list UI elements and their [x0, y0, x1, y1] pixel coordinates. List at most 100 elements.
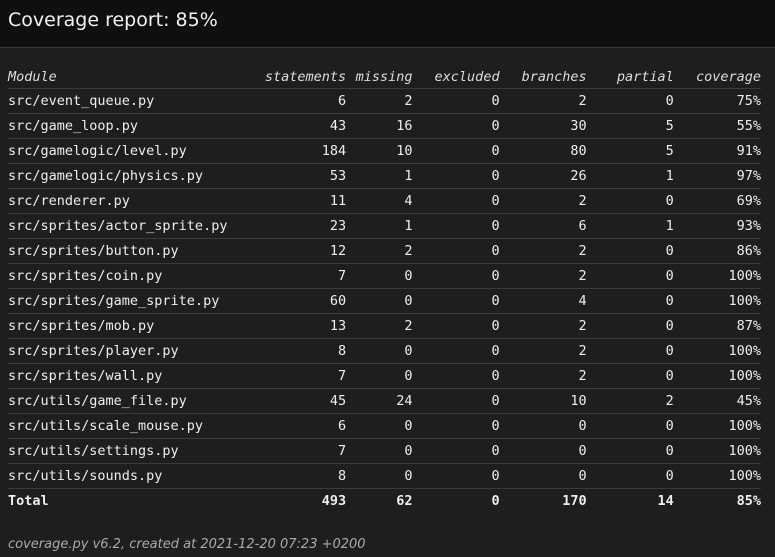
cell-partial: 2: [586, 388, 674, 414]
module-link[interactable]: src/sprites/mob.py: [8, 313, 251, 339]
table-row: src/sprites/game_sprite.py 60 0 0 4 0 100%: [8, 288, 761, 314]
module-link[interactable]: src/sprites/actor_sprite.py: [8, 213, 251, 239]
cell-branches: 2: [499, 188, 587, 214]
cell-excluded: 0: [412, 463, 500, 489]
cell-missing: 1: [346, 213, 413, 239]
module-link[interactable]: src/gamelogic/level.py: [8, 138, 251, 164]
cell-coverage: 100%: [673, 288, 761, 314]
cell-statements: 13: [250, 313, 347, 339]
cell-statements: 12: [250, 238, 347, 264]
table-row: src/sprites/actor_sprite.py 23 1 0 6 1 93%: [8, 213, 761, 239]
cell-branches: 80: [499, 138, 587, 164]
total-partial: 14: [657, 493, 674, 509]
cell-coverage: 93%: [673, 213, 761, 239]
cell-coverage: 100%: [673, 413, 761, 439]
column-header-coverage[interactable]: coverage: [673, 66, 761, 89]
cell-excluded: 0: [412, 438, 500, 464]
page-title: Coverage report: 85%: [8, 9, 218, 31]
module-link[interactable]: src/utils/game_file.py: [8, 388, 251, 414]
cell-statements: 45: [250, 388, 347, 414]
cell-statements: 7: [250, 263, 347, 289]
report-content: Module statements missing excluded branc…: [0, 48, 775, 552]
report-header: Coverage report: 85%: [0, 0, 775, 48]
cell-branches: 2: [499, 338, 587, 364]
cell-partial: 0: [586, 288, 674, 314]
total-coverage: 85%: [736, 493, 761, 509]
cell-partial: 0: [586, 363, 674, 389]
cell-partial: 5: [586, 138, 674, 164]
cell-missing: 16: [346, 113, 413, 139]
cell-missing: 0: [346, 438, 413, 464]
total-excluded: 0: [491, 493, 500, 509]
module-link[interactable]: src/event_queue.py: [8, 88, 251, 114]
cell-partial: 0: [586, 413, 674, 439]
module-link[interactable]: src/sprites/button.py: [8, 238, 251, 264]
cell-statements: 6: [250, 413, 347, 439]
table-row: src/gamelogic/physics.py 53 1 0 26 1 97%: [8, 163, 761, 189]
module-link[interactable]: src/utils/settings.py: [8, 438, 251, 464]
cell-coverage: 97%: [673, 163, 761, 189]
cell-branches: 0: [499, 463, 587, 489]
cell-excluded: 0: [412, 188, 500, 214]
cell-statements: 6: [250, 88, 347, 114]
module-link[interactable]: src/renderer.py: [8, 188, 251, 214]
cell-statements: 8: [250, 338, 347, 364]
total-missing: 62: [396, 493, 413, 509]
cell-coverage: 55%: [673, 113, 761, 139]
cell-missing: 2: [346, 238, 413, 264]
module-link[interactable]: src/sprites/wall.py: [8, 363, 251, 389]
cell-missing: 24: [346, 388, 413, 414]
table-row: src/utils/scale_mouse.py 6 0 0 0 0 100%: [8, 413, 761, 439]
footer-info: coverage.py v6.2, created at 2021-12-20 …: [8, 537, 366, 552]
cell-missing: 0: [346, 338, 413, 364]
module-link[interactable]: src/sprites/coin.py: [8, 263, 251, 289]
table-row: src/utils/settings.py 7 0 0 0 0 100%: [8, 438, 761, 464]
cell-coverage: 100%: [673, 338, 761, 364]
table-row: src/gamelogic/level.py 184 10 0 80 5 91%: [8, 138, 761, 164]
cell-missing: 0: [346, 463, 413, 489]
cell-partial: 1: [586, 213, 674, 239]
cell-missing: 2: [346, 88, 413, 114]
cell-missing: 0: [346, 413, 413, 439]
column-header-statements[interactable]: statements: [250, 66, 347, 89]
cell-partial: 0: [586, 88, 674, 114]
cell-coverage: 91%: [673, 138, 761, 164]
column-header-missing[interactable]: missing: [346, 66, 413, 89]
cell-partial: 0: [586, 338, 674, 364]
cell-branches: 10: [499, 388, 587, 414]
module-link[interactable]: src/sprites/game_sprite.py: [8, 288, 251, 314]
cell-partial: 1: [586, 163, 674, 189]
cell-coverage: 87%: [673, 313, 761, 339]
cell-coverage: 100%: [673, 263, 761, 289]
cell-branches: 4: [499, 288, 587, 314]
cell-coverage: 86%: [673, 238, 761, 264]
cell-branches: 6: [499, 213, 587, 239]
column-header-branches[interactable]: branches: [499, 66, 587, 89]
column-header-module[interactable]: Module: [8, 66, 251, 89]
cell-branches: 0: [499, 413, 587, 439]
module-link[interactable]: src/utils/sounds.py: [8, 463, 251, 489]
cell-excluded: 0: [412, 338, 500, 364]
module-link[interactable]: src/utils/scale_mouse.py: [8, 413, 251, 439]
module-link[interactable]: src/sprites/player.py: [8, 338, 251, 364]
total-label: Total: [8, 493, 49, 509]
cell-excluded: 0: [412, 163, 500, 189]
cell-branches: 0: [499, 438, 587, 464]
module-link[interactable]: src/game_loop.py: [8, 113, 251, 139]
cell-missing: 0: [346, 363, 413, 389]
column-header-partial[interactable]: partial: [586, 66, 674, 89]
table-body: src/event_queue.py 6 2 0 2 0 75% src/game_loop.…: [8, 88, 761, 489]
total-row: Total 493 62 0 170 14 85%: [8, 489, 761, 514]
column-header-excluded[interactable]: excluded: [412, 66, 500, 89]
cell-branches: 26: [499, 163, 587, 189]
cell-coverage: 100%: [673, 463, 761, 489]
cell-coverage: 45%: [673, 388, 761, 414]
cell-partial: 0: [586, 463, 674, 489]
module-link[interactable]: src/gamelogic/physics.py: [8, 163, 251, 189]
cell-coverage: 100%: [673, 363, 761, 389]
table-row: src/sprites/button.py 12 2 0 2 0 86%: [8, 238, 761, 264]
table-row: src/utils/game_file.py 45 24 0 10 2 45%: [8, 388, 761, 414]
cell-missing: 0: [346, 263, 413, 289]
cell-missing: 0: [346, 288, 413, 314]
cell-excluded: 0: [412, 288, 500, 314]
